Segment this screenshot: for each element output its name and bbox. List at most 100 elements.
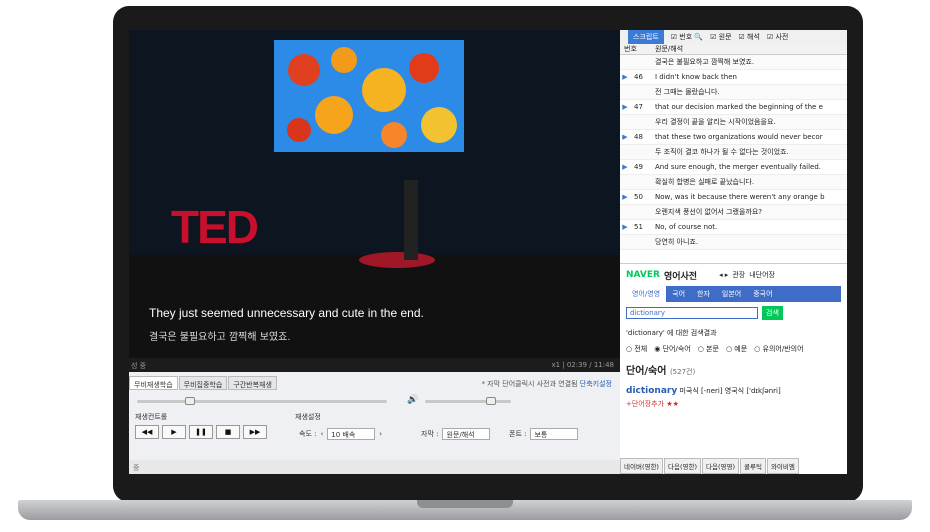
filter-words[interactable]: ◉ 단어/숙어 — [654, 344, 690, 354]
speed-select[interactable]: 10 배속 — [327, 428, 376, 440]
video-status-left: 성 중 — [131, 362, 147, 370]
filter-body[interactable]: ○ 본문 — [698, 344, 719, 354]
transcript-row[interactable]: ▶ 49 And sure enough, the merger eventuall… — [620, 160, 847, 175]
search-button[interactable]: 검색 — [762, 306, 783, 320]
subtitle-korean[interactable]: 결국은 불필요하고 깜찍해 보였죠. — [149, 328, 291, 343]
filter-synonyms[interactable]: ○ 유의어/반의어 — [754, 344, 803, 354]
tab-english[interactable]: 영어/영영 — [626, 286, 667, 302]
dictionary-title: 영어사전 — [663, 271, 698, 282]
stop-icon[interactable]: ■ — [216, 425, 240, 439]
row-number: 49 — [634, 163, 643, 171]
row-number: 50 — [634, 193, 643, 201]
play-line-icon[interactable]: ▶ — [620, 163, 630, 171]
link-gwanjang[interactable]: 관장 — [732, 270, 745, 280]
transcript-row[interactable]: 오렌지색 풍선이 없어서 그랬을까요? — [620, 205, 847, 220]
seek-thumb[interactable] — [185, 397, 195, 405]
row-text: 결국은 불필요하고 깜찍해 보였죠. — [655, 58, 755, 66]
transcript-row[interactable]: 확실히 합병은 실패로 끝났습니다. — [620, 175, 847, 190]
subtitle-english[interactable]: They just seemed unnecessary and cute in… — [149, 306, 424, 320]
row-text: that our decision marked the beginning o… — [655, 103, 823, 111]
add-word-link[interactable]: +단어장추가 — [626, 400, 664, 408]
stage-red-circle — [359, 252, 435, 268]
transcript-row[interactable]: 당연히 아니죠. — [620, 235, 847, 250]
source-tab-naver[interactable]: 네이버(영한) — [620, 458, 663, 474]
filter-all[interactable]: ○ 전체 — [626, 344, 647, 354]
transcript-row[interactable]: ▶ 50 Now, was it because there weren't any… — [620, 190, 847, 205]
play-line-icon[interactable]: ▶ — [620, 103, 630, 111]
transcript-row[interactable]: 두 조직이 결코 하나가 될 수 없다는 것이었죠. — [620, 145, 847, 160]
hint-text: * 자막 단어클릭시 사전과 연결됨 단축키설정 — [481, 380, 612, 388]
video-player[interactable]: TED They just seemed unnecessary and cut… — [129, 30, 620, 358]
naver-logo: NAVER — [626, 270, 660, 280]
translation-checkbox[interactable]: ☑ 해석 — [739, 32, 760, 42]
speed-setting: 속도 : ‹ 10 배속 › — [299, 428, 383, 440]
tab-section-repeat[interactable]: 구간반복재생 — [228, 376, 277, 390]
transcript-row[interactable]: ▶ 47 that our decision marked the beginnin… — [620, 100, 847, 115]
volume-slider[interactable] — [425, 400, 511, 403]
pause-icon[interactable]: ❚❚ — [189, 425, 213, 439]
entry-word[interactable]: dictionary — [626, 386, 677, 396]
source-tab-daum-ee[interactable]: 다음(영영) — [701, 458, 739, 474]
transcript-row[interactable]: 전 그때는 몰랐습니다. — [620, 85, 847, 100]
source-tab-daum[interactable]: 다음(영한) — [663, 458, 701, 474]
settings-label: 재생설정 — [295, 413, 321, 421]
tab-korean[interactable]: 국어 — [666, 286, 691, 302]
learning-tabs: 무비재생학습 무비집중학습 구간반복재생 — [129, 376, 278, 390]
play-line-icon[interactable]: ▶ — [620, 73, 630, 81]
volume-icon[interactable]: 🔊 — [407, 395, 418, 405]
transcript-list: 결국은 불필요하고 깜찍해 보였죠. ▶ 46 I didn't know back … — [620, 55, 847, 250]
row-text: that these two organizations would never… — [655, 133, 823, 141]
tab-chinese[interactable]: 중국어 — [747, 286, 778, 302]
nav-arrows-icon[interactable]: ◂ ▸ — [719, 271, 728, 279]
tab-hanja[interactable]: 한자 — [691, 286, 716, 302]
transcript-row[interactable]: ▶ 46 I didn't know back then — [620, 70, 847, 85]
row-text: No, of course not. — [655, 223, 718, 231]
video-status-bar: 성 중 x1 | 02:39 / 11:48 — [129, 358, 620, 372]
font-select[interactable]: 보통 — [530, 428, 579, 440]
row-number: 48 — [634, 133, 643, 141]
font-setting: 폰트 : 보통 — [509, 428, 579, 440]
entry-pronunciation: 미국식 [-neri] 영국식 ['dɪkʃənri] — [679, 387, 781, 395]
dictionary-checkbox[interactable]: ☑ 사전 — [767, 32, 788, 42]
transcript-row[interactable]: 우리 결정이 끝을 알리는 시작이었음을요. — [620, 115, 847, 130]
dictionary-tabs: 영어/영영 국어 한자 일본어 중국어 — [626, 286, 841, 302]
seek-slider[interactable] — [137, 400, 387, 403]
subtitle-select[interactable]: 원문/해석 — [442, 428, 491, 440]
speed-next-icon[interactable]: › — [379, 430, 382, 438]
shortcut-settings-link[interactable]: 단축키설정 — [580, 380, 612, 388]
transcript-row[interactable]: ▶ 51 No, of course not. — [620, 220, 847, 235]
balloon-screen-image — [274, 40, 464, 152]
row-text: 전 그때는 몰랐습니다. — [655, 88, 720, 96]
app-screen: TED They just seemed unnecessary and cut… — [129, 30, 847, 474]
row-text: I didn't know back then — [655, 73, 737, 81]
transcript-row[interactable]: ▶ 48 that these two organizations would ne… — [620, 130, 847, 145]
dictionary-header: NAVER 영어사전 ◂ ▸ 관장 내단어장 — [620, 264, 847, 286]
row-text: 오렌지색 풍선이 없어서 그랬을까요? — [655, 208, 762, 216]
transcript-row[interactable]: 결국은 불필요하고 깜찍해 보였죠. — [620, 55, 847, 70]
importance-stars: ★★ — [666, 400, 679, 408]
ted-logo: TED — [171, 201, 259, 253]
filter-examples[interactable]: ○ 예문 — [726, 344, 747, 354]
row-number: 46 — [634, 73, 643, 81]
dictionary-panel: NAVER 영어사전 ◂ ▸ 관장 내단어장 영어/영영 국어 한자 일본어 중… — [620, 263, 847, 474]
tab-movie-focus[interactable]: 무비집중학습 — [178, 376, 228, 390]
laptop-notch — [417, 500, 513, 508]
link-my-words[interactable]: 내단어장 — [749, 270, 775, 280]
script-button[interactable]: 스크립트 — [628, 30, 664, 44]
tab-japanese[interactable]: 일본어 — [716, 286, 747, 302]
tab-movie-play[interactable]: 무비재생학습 — [129, 376, 178, 390]
row-text: 당연히 아니죠. — [655, 238, 699, 246]
original-checkbox[interactable]: ☑ 원문 — [710, 32, 731, 42]
number-checkbox[interactable]: ☑ 번호 🔍 — [671, 32, 703, 42]
source-tab-collins[interactable]: 콜루틱 — [739, 458, 766, 474]
speed-prev-icon[interactable]: ‹ — [320, 430, 323, 438]
fast-forward-icon[interactable]: ▶▶ — [243, 425, 267, 439]
play-line-icon[interactable]: ▶ — [620, 193, 630, 201]
play-line-icon[interactable]: ▶ — [620, 223, 630, 231]
dictionary-search-input[interactable]: dictionary — [626, 307, 758, 319]
play-line-icon[interactable]: ▶ — [620, 133, 630, 141]
play-icon[interactable]: ▶ — [162, 425, 186, 439]
rewind-icon[interactable]: ◀◀ — [135, 425, 159, 439]
volume-thumb[interactable] — [486, 397, 496, 405]
source-tab-ybm[interactable]: 와이비엠 — [766, 458, 799, 474]
